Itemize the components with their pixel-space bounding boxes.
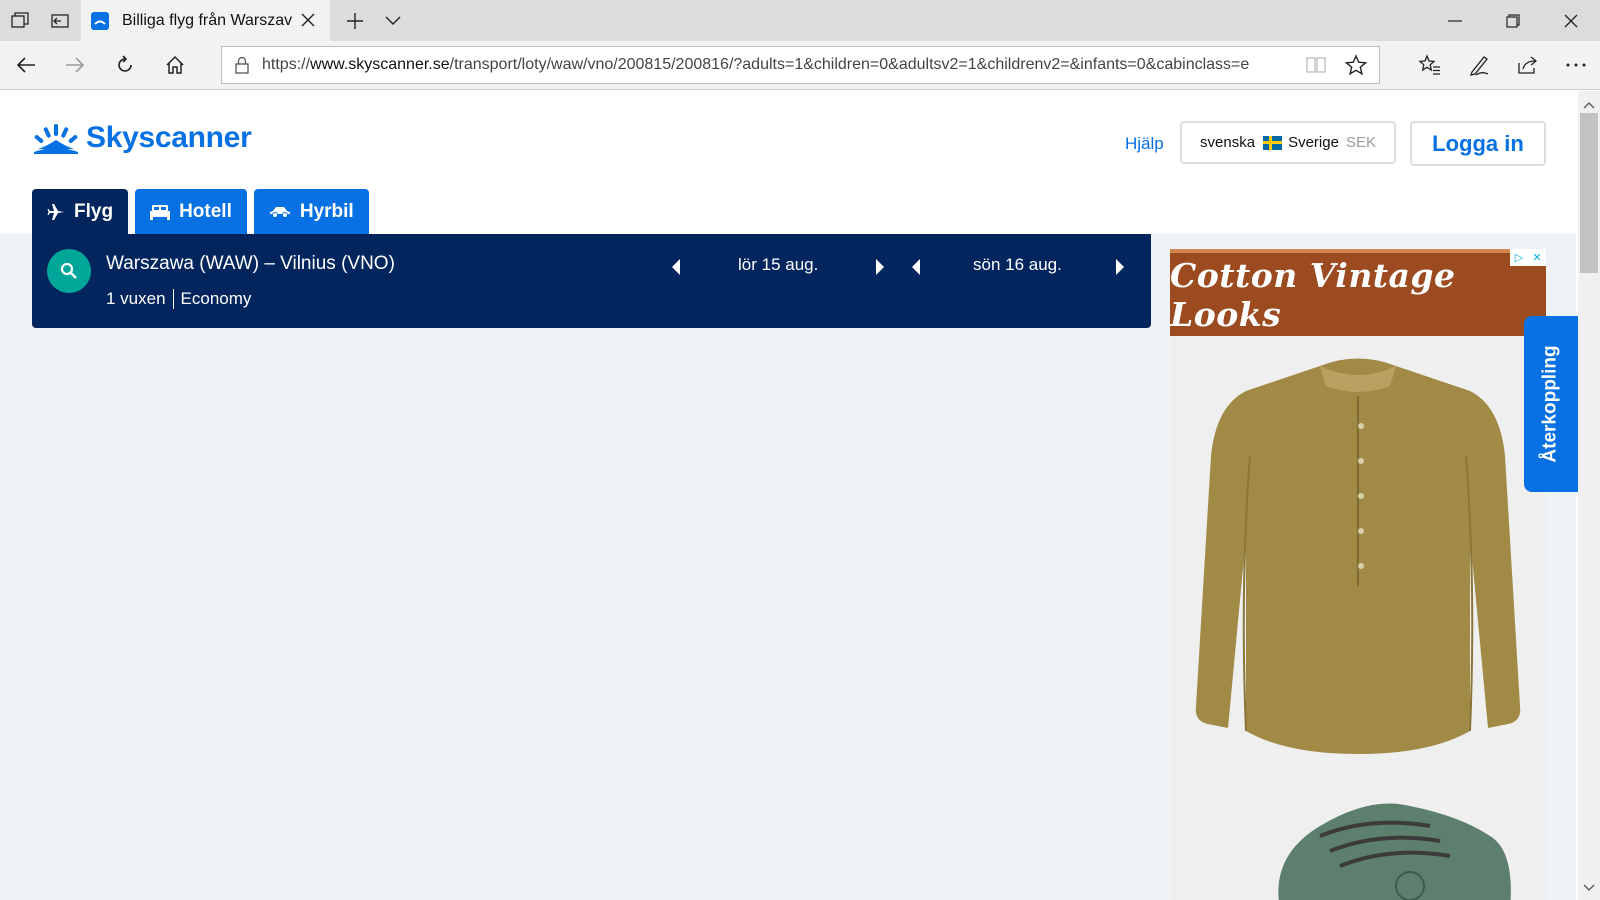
route-text[interactable]: Warszawa (WAW) – Vilnius (VNO) [106, 253, 395, 275]
tab-list-icon[interactable] [0, 0, 40, 41]
tab-dropdown-icon[interactable] [373, 0, 413, 41]
browser-address-bar: https://www.skyscanner.se/transport/loty… [0, 41, 1600, 90]
divider [172, 289, 174, 309]
home-icon[interactable] [155, 45, 195, 85]
search-button[interactable] [47, 249, 91, 293]
url-field[interactable]: https://www.skyscanner.se/transport/loty… [221, 46, 1380, 84]
advertisement[interactable]: Cotton Vintage Looks ▷ ✕ [1170, 249, 1546, 900]
restore-icon[interactable] [1484, 0, 1542, 41]
back-icon[interactable] [6, 45, 46, 85]
product-tabs: Flyg Hotell Hyrbil [32, 189, 376, 234]
travellers-text: 1 vuxen [106, 289, 166, 308]
ad-product-image [1170, 336, 1546, 900]
locale-currency: SEK [1345, 134, 1376, 151]
shoe-illustration [1278, 803, 1511, 900]
tab-car-hire[interactable]: Hyrbil [253, 189, 369, 234]
shirt-illustration [1195, 358, 1521, 754]
outbound-date[interactable]: lör 15 aug. [738, 255, 818, 275]
ad-headline: Cotton Vintage Looks [1170, 255, 1456, 334]
search-summary-bar[interactable]: Warszawa (WAW) – Vilnius (VNO) 1 vuxen E… [32, 234, 1151, 328]
skyscanner-logo[interactable]: Skyscanner [32, 121, 252, 155]
car-icon [269, 206, 291, 218]
login-button[interactable]: Logga in [1410, 121, 1546, 166]
more-icon[interactable] [1556, 45, 1596, 85]
outbound-prev-day-icon[interactable] [666, 256, 686, 278]
skyscanner-favicon-icon [91, 11, 109, 30]
bed-icon [150, 204, 171, 220]
travellers-cabin[interactable]: 1 vuxen Economy [106, 289, 251, 309]
share-icon[interactable] [1508, 45, 1548, 85]
lock-icon[interactable] [222, 47, 262, 83]
return-prev-day-icon[interactable] [906, 256, 926, 278]
scroll-thumb[interactable] [1580, 113, 1598, 273]
browser-tab-title: Billiga flyg från Warszav [122, 11, 293, 29]
close-window-icon[interactable] [1542, 0, 1600, 41]
tab-label: Hotell [179, 200, 232, 222]
minimize-icon[interactable] [1426, 0, 1484, 41]
outbound-next-day-icon[interactable] [870, 256, 890, 278]
logo-text: Skyscanner [86, 121, 252, 154]
new-tab-icon[interactable] [335, 0, 375, 41]
help-link[interactable]: Hjälp [1125, 134, 1164, 154]
page-content: Skyscanner Hjälp svenska Sverige SEK Log… [0, 91, 1576, 900]
favorite-star-icon[interactable] [1344, 54, 1368, 81]
ad-close-icon[interactable]: ✕ [1528, 249, 1546, 266]
sunrise-logo-icon [34, 124, 78, 154]
page-scrollbar[interactable] [1578, 91, 1600, 900]
plane-icon [47, 203, 65, 221]
ad-choices[interactable]: ▷ ✕ [1510, 249, 1546, 266]
locale-button[interactable]: svenska Sverige SEK [1180, 121, 1396, 164]
return-next-day-icon[interactable] [1110, 256, 1130, 278]
locale-country: Sverige [1288, 134, 1339, 151]
tab-hotels[interactable]: Hotell [135, 189, 247, 234]
reading-view-icon[interactable] [1305, 55, 1327, 80]
sweden-flag-icon [1263, 135, 1283, 150]
scroll-down-icon[interactable] [1583, 879, 1595, 897]
tab-label: Hyrbil [299, 200, 354, 222]
cabin-text: Economy [180, 289, 252, 308]
site-header: Skyscanner Hjälp svenska Sverige SEK Log… [0, 91, 1576, 234]
ad-info-icon[interactable]: ▷ [1510, 249, 1528, 266]
feedback-label: Återkoppling [1540, 345, 1562, 463]
forward-icon[interactable] [55, 45, 95, 85]
set-tabs-aside-icon[interactable] [40, 0, 80, 41]
locale-language: svenska [1200, 134, 1256, 151]
ad-banner: Cotton Vintage Looks [1170, 249, 1546, 336]
favorites-icon[interactable] [1410, 45, 1450, 85]
search-icon [60, 262, 77, 279]
feedback-tab[interactable]: Återkoppling [1524, 316, 1578, 492]
scroll-up-icon[interactable] [1583, 96, 1595, 114]
pen-icon[interactable] [1459, 45, 1499, 85]
browser-tab-active[interactable]: Billiga flyg från Warszav [81, 0, 330, 41]
close-icon[interactable] [298, 10, 318, 30]
browser-tab-strip: Billiga flyg från Warszav [0, 0, 1600, 41]
tab-label: Flyg [74, 200, 114, 222]
return-date[interactable]: sön 16 aug. [973, 255, 1062, 275]
url-text: https://www.skyscanner.se/transport/loty… [262, 56, 1250, 73]
refresh-icon[interactable] [105, 45, 145, 85]
tab-flights[interactable]: Flyg [32, 189, 129, 234]
